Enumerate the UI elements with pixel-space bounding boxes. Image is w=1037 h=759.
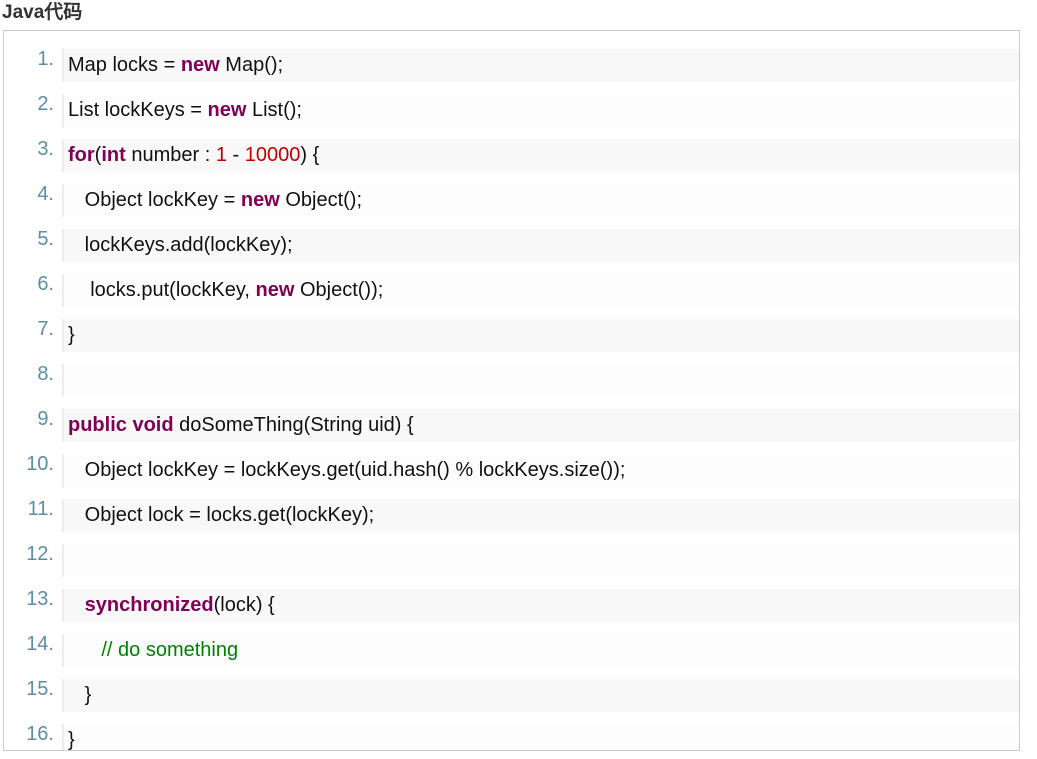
line-number: 9. — [37, 408, 54, 430]
code-token: Object lockKey = — [68, 189, 241, 211]
code-token: (lock) { — [213, 594, 275, 616]
code-line: 14. // do something — [4, 622, 1019, 667]
code-token: Object()); — [294, 279, 384, 301]
code-line-content: Object lockKey = lockKeys.get(uid.hash()… — [62, 454, 1019, 487]
line-number: 10. — [26, 453, 54, 475]
line-number: 2. — [37, 93, 54, 115]
code-token: Map(); — [219, 54, 284, 76]
code-line: 13. synchronized(lock) { — [4, 577, 1019, 622]
code-line: 2. List lockKeys = new List(); — [4, 82, 1019, 127]
line-number: 3. — [37, 138, 54, 160]
code-line-content: public void doSomeThing(String uid) { — [62, 409, 1019, 442]
code-text: } — [68, 724, 75, 751]
code-keyword: for — [68, 144, 95, 166]
code-number: 1 — [215, 144, 227, 166]
code-token: } — [68, 324, 75, 346]
code-text: List lockKeys = new List(); — [68, 94, 302, 127]
code-keyword: new — [255, 279, 295, 301]
line-number: 14. — [26, 633, 54, 655]
code-keyword: new — [180, 54, 220, 76]
code-keyword: new — [207, 99, 247, 121]
code-text: } — [68, 319, 75, 352]
code-line: 16.} — [4, 712, 1019, 751]
code-text: Object lockKey = lockKeys.get(uid.hash()… — [68, 454, 626, 487]
code-line: 12. — [4, 532, 1019, 577]
code-line: 6. locks.put(lockKey, new Object()); — [4, 262, 1019, 307]
line-number: 8. — [37, 363, 54, 385]
code-line: 11. Object lock = locks.get(lockKey); — [4, 487, 1019, 532]
code-line: 3. for(int number : 1 - 10000) { — [4, 127, 1019, 172]
code-line-content: locks.put(lockKey, new Object()); — [62, 274, 1019, 307]
code-line: 8. — [4, 352, 1019, 397]
code-line: 10. Object lockKey = lockKeys.get(uid.ha… — [4, 442, 1019, 487]
code-token: lockKeys.add(lockKey); — [68, 234, 293, 256]
code-line-content — [62, 544, 1019, 577]
code-token: number : — [125, 144, 216, 166]
line-number: 7. — [37, 318, 54, 340]
code-line: 9. public void doSomeThing(String uid) { — [4, 397, 1019, 442]
code-line-content: Object lockKey = new Object(); — [62, 184, 1019, 217]
code-comment: // do something — [101, 639, 239, 661]
code-token: Object lock = locks.get(lockKey); — [68, 504, 375, 526]
line-number: 12. — [26, 543, 54, 565]
code-token: List lockKeys = — [68, 99, 208, 121]
code-text: public void doSomeThing(String uid) { — [68, 409, 414, 442]
code-text: synchronized(lock) { — [68, 589, 275, 622]
code-line: 5. lockKeys.add(lockKey); — [4, 217, 1019, 262]
code-line-content: Map locks = new Map(); — [62, 49, 1019, 82]
code-line: 1. Map locks = new Map(); — [4, 37, 1019, 82]
code-line-content: List lockKeys = new List(); — [62, 94, 1019, 127]
code-keyword: new — [240, 189, 280, 211]
code-number: 10000 — [244, 144, 301, 166]
code-line-content: Object lock = locks.get(lockKey); — [62, 499, 1019, 532]
code-keyword: synchronized — [84, 594, 214, 616]
code-line-content: // do something — [62, 634, 1019, 667]
code-token: } — [68, 684, 92, 706]
code-line: 15. } — [4, 667, 1019, 712]
code-text: Object lockKey = new Object(); — [68, 184, 362, 217]
code-token: List(); — [246, 99, 302, 121]
code-text: for(int number : 1 - 10000) { — [68, 139, 319, 172]
code-line-content: lockKeys.add(lockKey); — [62, 229, 1019, 262]
code-text: locks.put(lockKey, new Object()); — [68, 274, 383, 307]
line-number: 6. — [37, 273, 54, 295]
line-number: 1. — [37, 48, 54, 70]
code-keyword: int — [101, 144, 126, 166]
code-line: 4. Object lockKey = new Object(); — [4, 172, 1019, 217]
code-line-content: } — [62, 319, 1019, 352]
code-token: - — [226, 144, 245, 166]
code-token: locks.put(lockKey, — [68, 279, 256, 301]
code-line-content: } — [62, 679, 1019, 712]
code-keyword: void — [132, 414, 174, 436]
code-block-title: Java代码 — [2, 2, 83, 23]
code-text: Object lock = locks.get(lockKey); — [68, 499, 375, 532]
line-number: 13. — [26, 588, 54, 610]
code-line-content: for(int number : 1 - 10000) { — [62, 139, 1019, 172]
code-token: Map locks = — [68, 54, 181, 76]
code-line-content — [62, 364, 1019, 397]
code-line-content: } — [62, 724, 1019, 751]
code-text: lockKeys.add(lockKey); — [68, 229, 293, 262]
code-token: ) { — [300, 144, 320, 166]
line-number: 5. — [37, 228, 54, 250]
code-line: 7.} — [4, 307, 1019, 352]
code-text: } — [68, 679, 92, 712]
code-token: doSomeThing(String uid) { — [173, 414, 414, 436]
code-token: } — [68, 729, 75, 751]
code-token: Object(); — [279, 189, 363, 211]
line-number: 15. — [26, 678, 54, 700]
code-text: Map locks = new Map(); — [68, 49, 283, 82]
code-line-content: synchronized(lock) { — [62, 589, 1019, 622]
code-block: 1. Map locks = new Map(); 2. List lockKeys … — [3, 30, 1020, 751]
code-text: // do something — [68, 634, 238, 667]
line-number: 11. — [27, 498, 54, 520]
code-token: Object lockKey = lockKeys.get(uid.hash()… — [68, 459, 626, 481]
line-number: 4. — [37, 183, 54, 205]
line-number: 16. — [26, 723, 54, 745]
code-keyword: public — [68, 414, 127, 436]
